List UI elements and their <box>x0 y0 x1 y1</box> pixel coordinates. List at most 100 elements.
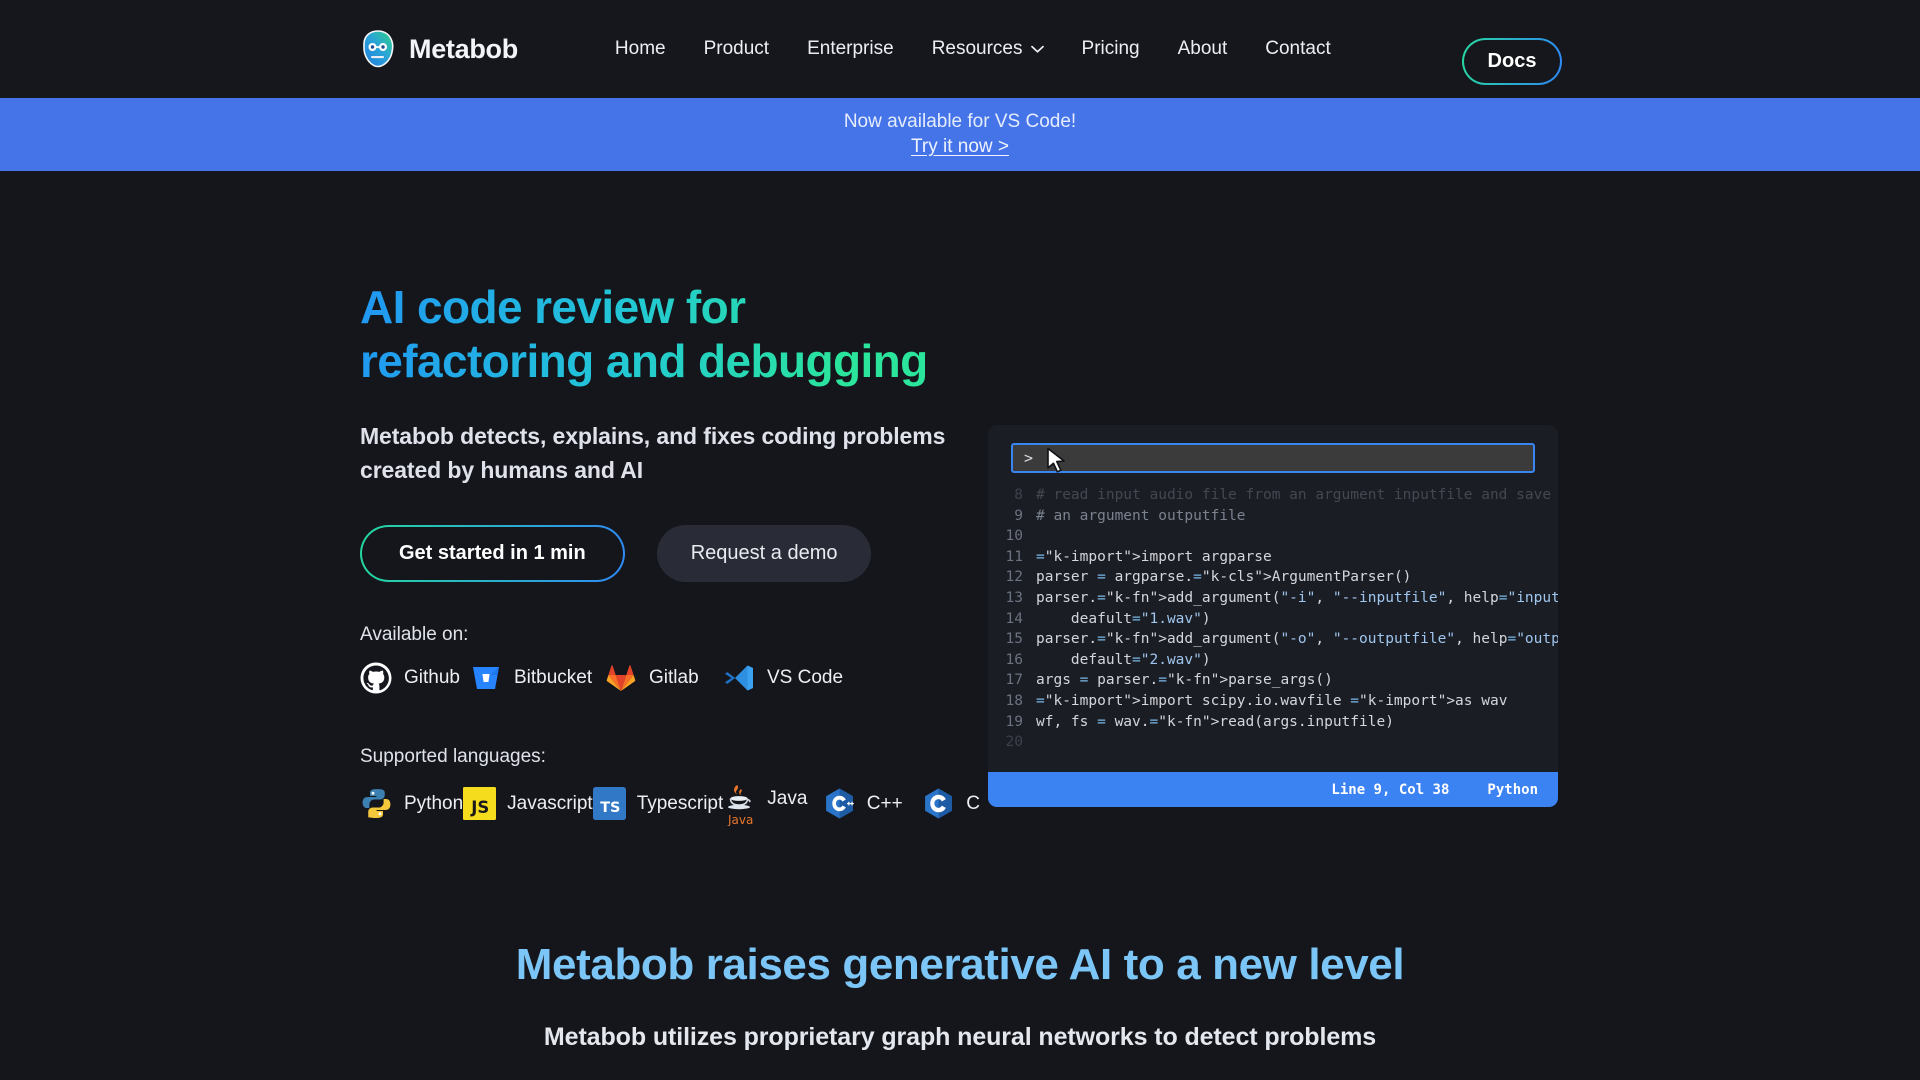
nav-label: Product <box>703 38 770 59</box>
line-number: 14 <box>1005 610 1023 627</box>
code-line: 17 args = parser.="k-fn">parse_args() <box>988 670 1558 691</box>
code-line-text: wf, fs = wav.="k-fn">read(args.inputfile… <box>1036 713 1394 730</box>
python-icon <box>360 787 393 820</box>
language-item-java: Java Java <box>723 782 822 826</box>
nav-item-pricing[interactable]: Pricing <box>1082 38 1140 60</box>
command-prompt: > <box>1024 449 1034 467</box>
platform-list: Github Bitbucket Gitlab VS Code <box>360 662 980 694</box>
code-line: 10 <box>988 526 1558 547</box>
language-item-python: Python <box>360 787 463 820</box>
hero-content: AI code review for refactoring and debug… <box>360 281 980 826</box>
nav-label: About <box>1177 38 1228 59</box>
code-line: 14 deafult="1.wav") <box>988 609 1558 630</box>
language-label: Java <box>767 787 808 809</box>
docs-button[interactable]: Docs <box>1462 38 1562 85</box>
language-item-javascript: JS Javascript <box>463 787 593 821</box>
code-line-text: default="2.wav") <box>1036 651 1211 668</box>
code-line-text: # an argument outputfile <box>1036 507 1246 524</box>
language-item-cpp: C++ <box>823 787 922 820</box>
mouse-pointer-icon <box>1046 447 1068 477</box>
nav-item-resources[interactable]: Resources <box>932 38 1044 60</box>
nav-label: Resources <box>931 38 1023 59</box>
svg-text:JS: JS <box>470 798 489 817</box>
code-line: 15 parser.="k-fn">add_argument("-o", "--o… <box>988 629 1558 650</box>
code-line-text: ="k-import">import scipy.io.wavfile ="k-… <box>1036 692 1508 709</box>
get-started-button[interactable]: Get started in 1 min <box>360 524 625 582</box>
platform-item-github[interactable]: Github <box>360 662 470 694</box>
hero-section: AI code review for refactoring and debug… <box>0 171 1920 931</box>
line-number: 10 <box>1005 528 1023 545</box>
docs-button-label: Docs <box>1464 40 1560 83</box>
bitbucket-icon <box>470 662 502 694</box>
brand-logo[interactable]: Metabob <box>360 30 518 68</box>
nav-item-about[interactable]: About <box>1178 38 1228 60</box>
javascript-icon: JS <box>463 787 497 821</box>
code-line-text: ="k-import">import argparse <box>1036 548 1272 565</box>
platform-item-gitlab[interactable]: Gitlab <box>605 662 723 694</box>
java-icon: Java <box>723 782 756 826</box>
svg-text:TS: TS <box>600 800 620 816</box>
site-header: Metabob Home Product Enterprise Resource… <box>0 0 1920 98</box>
promo-banner: Now available for VS Code! Try it now > <box>0 98 1920 171</box>
available-on-label: Available on: <box>360 623 469 645</box>
line-number: 13 <box>1005 589 1023 606</box>
platform-item-vscode[interactable]: VS Code <box>723 662 843 694</box>
language-label: C <box>966 792 980 814</box>
line-number: 19 <box>1005 713 1023 730</box>
language-label: Typescript <box>636 792 724 814</box>
nav-label: Home <box>614 38 666 59</box>
code-line-text: parser.="k-fn">add_argument("-o", "--out… <box>1036 631 1558 648</box>
gitlab-icon <box>605 662 637 694</box>
nav-item-product[interactable]: Product <box>704 38 769 60</box>
line-number: 17 <box>1005 672 1023 689</box>
nav-item-contact[interactable]: Contact <box>1265 38 1330 60</box>
code-line-text: # read input audio file from an argument… <box>1036 487 1558 503</box>
chevron-down-icon <box>1030 45 1044 53</box>
language-list: Python JS Javascript TS Typescript Java … <box>360 782 980 826</box>
code-line-text: parser = argparse.="k-cls">ArgumentParse… <box>1036 569 1412 586</box>
vscode-icon <box>723 662 755 694</box>
generative-ai-section: Metabob raises generative AI to a new le… <box>0 940 1920 1057</box>
command-input[interactable]: > <box>1011 443 1535 473</box>
platform-label: Github <box>404 666 460 688</box>
line-number: 20 <box>1005 734 1023 751</box>
hero-subheading: Metabob detects, explains, and fixes cod… <box>360 422 946 483</box>
cpp-icon <box>823 787 856 820</box>
line-number: 18 <box>1005 692 1023 709</box>
line-number: 16 <box>1005 651 1023 668</box>
nav-item-enterprise[interactable]: Enterprise <box>807 38 894 60</box>
github-icon <box>360 662 392 694</box>
code-line: 19 wf, fs = wav.="k-fn">read(args.inputfi… <box>988 712 1558 733</box>
code-line-text: args = parser.="k-fn">parse_args() <box>1036 672 1333 689</box>
nav-item-home[interactable]: Home <box>615 38 666 60</box>
page-title: AI code review for refactoring and debug… <box>360 281 950 389</box>
code-content[interactable]: 8 # read input audio file from an argumen… <box>988 485 1558 772</box>
platform-item-bitbucket[interactable]: Bitbucket <box>470 662 605 694</box>
editor-status-bar: Line 9, Col 38 Python <box>988 772 1558 807</box>
code-line: 16 default="2.wav") <box>988 650 1558 671</box>
platform-label: Gitlab <box>649 666 699 688</box>
code-line: 8 # read input audio file from an argumen… <box>988 485 1558 506</box>
promo-banner-title: Now available for VS Code! <box>843 111 1077 132</box>
nav-label: Pricing <box>1081 38 1140 59</box>
promo-banner-link[interactable]: Try it now > <box>911 136 1009 158</box>
code-line: 13 parser.="k-fn">add_argument("-i", "--i… <box>988 588 1558 609</box>
metabob-face-logo-icon <box>360 30 396 68</box>
platform-label: VS Code <box>767 666 844 688</box>
cta-row: Get started in 1 min Request a demo <box>360 524 980 582</box>
language-item-c: C <box>922 787 980 820</box>
line-number: 15 <box>1005 631 1023 648</box>
typescript-icon: TS <box>592 787 626 821</box>
line-number: 8 <box>1014 487 1023 503</box>
code-line-text: parser.="k-fn">add_argument("-i", "--inp… <box>1036 589 1558 606</box>
code-line: 20 <box>988 732 1558 753</box>
language-label: Javascript <box>507 792 593 814</box>
status-language: Python <box>1487 781 1538 798</box>
svg-text:Java: Java <box>727 813 753 826</box>
code-line: 11 ="k-import">import argparse <box>988 547 1558 568</box>
request-demo-button[interactable]: Request a demo <box>656 524 872 582</box>
line-number: 9 <box>1014 507 1023 524</box>
language-label: Python <box>404 792 464 814</box>
nav-label: Contact <box>1265 38 1331 59</box>
editor-command-area: > <box>988 425 1558 485</box>
